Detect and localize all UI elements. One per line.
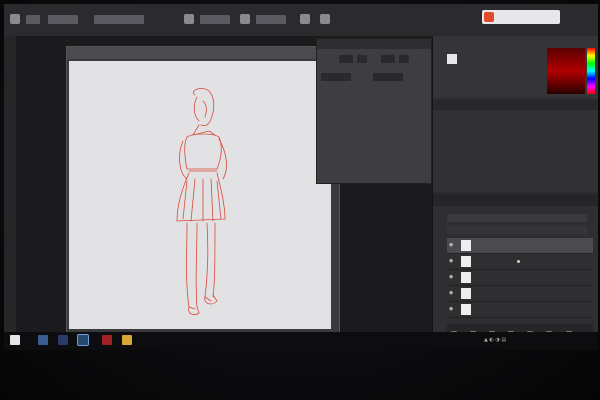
- field-input[interactable]: [357, 55, 367, 63]
- symmetry-icon[interactable]: [320, 14, 330, 24]
- floating-panel-header[interactable]: [317, 39, 431, 49]
- properties-header[interactable]: [433, 100, 598, 110]
- figure-sketch: [176, 88, 227, 315]
- taskbar-app-icon[interactable]: [38, 335, 48, 345]
- canvas[interactable]: [69, 61, 331, 329]
- eye-icon[interactable]: ◉: [449, 242, 455, 248]
- layer-thumbnail: [461, 256, 471, 267]
- brush-icon[interactable]: [10, 14, 20, 24]
- system-tray[interactable]: ▲ ◐ ◑ ▤: [484, 335, 506, 345]
- pressure-opacity-icon[interactable]: [184, 14, 194, 24]
- folder-icon[interactable]: [122, 335, 132, 345]
- brush-size-control[interactable]: [48, 15, 78, 24]
- smoothing-icon[interactable]: [300, 14, 310, 24]
- option-row[interactable]: [373, 73, 403, 81]
- layer-row[interactable]: ◉: [447, 270, 593, 286]
- history-snapshot-thumb[interactable]: [447, 54, 457, 64]
- layers-panel: ◉ ◉ ◉ ◉ ◉: [433, 194, 598, 337]
- layers-tab[interactable]: [433, 205, 447, 211]
- airbrush-icon[interactable]: [240, 14, 250, 24]
- photoshop-taskbar-icon[interactable]: [77, 334, 89, 346]
- eye-icon[interactable]: ◉: [449, 258, 455, 264]
- taskbar: ▲ ◐ ◑ ▤: [4, 332, 598, 350]
- sketch-drawing: [176, 88, 227, 315]
- option-row[interactable]: [321, 73, 351, 81]
- windows-start-icon[interactable]: [10, 335, 20, 345]
- properties-title: [433, 111, 447, 117]
- eye-icon[interactable]: ◉: [449, 274, 455, 280]
- brand-logo-icon: [484, 12, 494, 22]
- document-window[interactable]: ×: [66, 46, 340, 338]
- field-input[interactable]: [399, 55, 409, 63]
- layer-filter[interactable]: [447, 214, 587, 222]
- floating-panel[interactable]: [316, 38, 432, 184]
- layer-row[interactable]: ◉: [447, 238, 593, 254]
- eye-icon[interactable]: ◉: [449, 290, 455, 296]
- monitor-bezel: ×: [0, 0, 600, 400]
- field-input[interactable]: [381, 55, 395, 63]
- options-bar: [4, 4, 598, 37]
- properties-panel: [433, 100, 598, 192]
- tool-preset-picker[interactable]: [26, 15, 40, 24]
- layers-header[interactable]: [433, 194, 598, 206]
- history-panel: [433, 36, 598, 98]
- layer-row[interactable]: ◉: [447, 254, 593, 270]
- layer-row[interactable]: ◉: [447, 302, 593, 318]
- tools-panel[interactable]: [4, 36, 16, 336]
- hue-slider[interactable]: [587, 48, 595, 94]
- layer-thumbnail: [461, 272, 471, 283]
- color-field[interactable]: [547, 48, 585, 94]
- right-panels: ◉ ◉ ◉ ◉ ◉: [432, 36, 598, 337]
- layer-options-row[interactable]: [447, 226, 587, 234]
- screen: ×: [4, 4, 598, 350]
- brand-badge: [482, 10, 560, 24]
- taskbar-app-icon[interactable]: [58, 335, 68, 345]
- floating-panel-title: [317, 50, 321, 56]
- document-tab[interactable]: ×: [67, 47, 339, 59]
- taskbar-app-icon[interactable]: [102, 335, 112, 345]
- opacity-field[interactable]: [200, 15, 230, 24]
- layer-row[interactable]: ◉: [447, 286, 593, 302]
- layer-thumbnail: [461, 240, 471, 251]
- field-input[interactable]: [339, 55, 353, 63]
- mode-dropdown[interactable]: [94, 15, 144, 24]
- layer-thumbnail: [461, 304, 471, 315]
- eye-icon[interactable]: ◉: [449, 306, 455, 312]
- layer-thumbnail: [461, 288, 471, 299]
- layer-cursor-dot: [517, 260, 520, 263]
- flow-field[interactable]: [256, 15, 286, 24]
